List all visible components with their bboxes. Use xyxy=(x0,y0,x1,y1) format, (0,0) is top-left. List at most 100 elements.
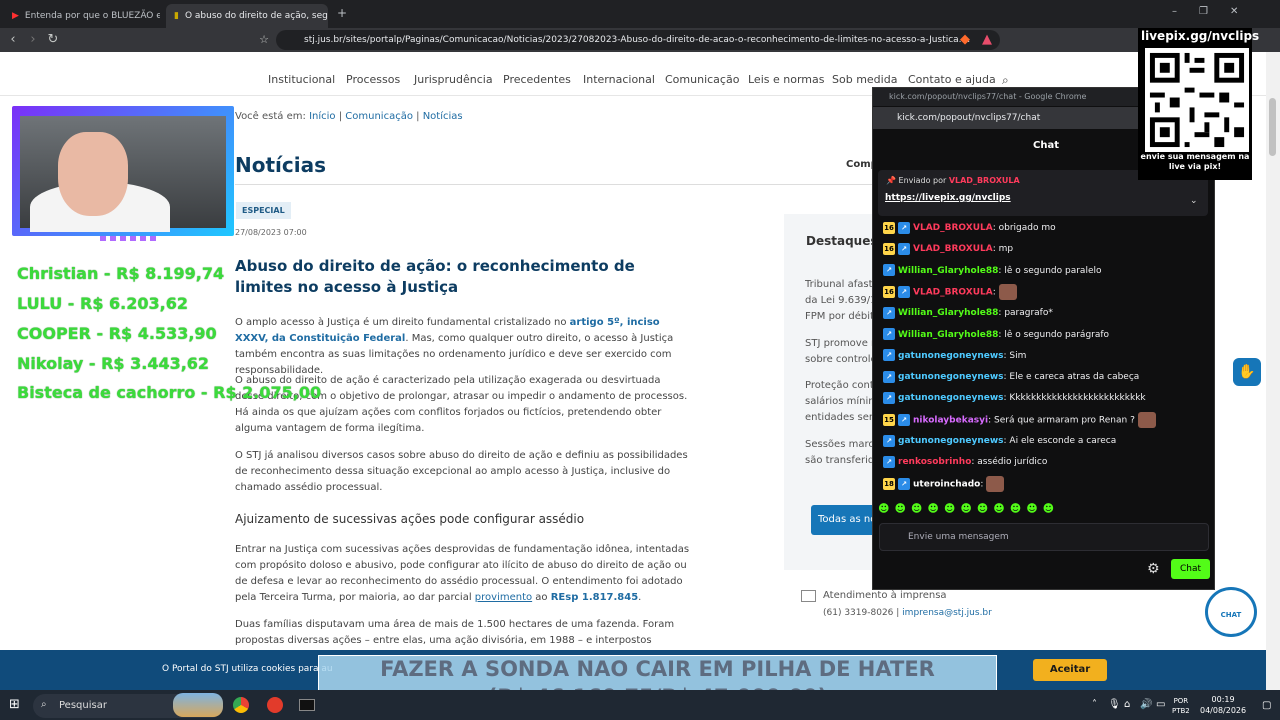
chevron-down-icon[interactable]: ⌄ xyxy=(1190,196,1198,206)
minimize-button[interactable]: – xyxy=(1172,6,1199,17)
highlight-link[interactable]: salários mínim xyxy=(805,394,875,410)
breadcrumb-comunicacao[interactable]: Comunicação xyxy=(345,111,413,122)
chat-username[interactable]: Willian_Glaryhole88 xyxy=(898,308,998,318)
webcam-person-face xyxy=(58,132,128,216)
nav-internacional[interactable]: Internacional xyxy=(583,73,655,86)
press-email-link[interactable]: imprensa@stj.jus.br xyxy=(902,608,992,618)
highlight-link[interactable]: FPM por débit xyxy=(805,309,875,325)
app-icon[interactable] xyxy=(267,697,283,713)
chat-username[interactable]: Willian_Glaryhole88 xyxy=(898,330,998,340)
emote-image xyxy=(998,283,1017,300)
chat-username[interactable]: gatunonegoneynews xyxy=(898,351,1004,361)
highlight-link[interactable]: entidades sem xyxy=(805,410,875,426)
gear-icon[interactable]: ⚙ xyxy=(1147,561,1160,577)
chat-text: lê o segundo parágrafo xyxy=(1004,329,1110,340)
nav-sob-medida[interactable]: Sob medida xyxy=(832,73,897,86)
window-controls[interactable]: –❐✕ xyxy=(1172,6,1260,17)
maximize-button[interactable]: ❐ xyxy=(1199,6,1230,17)
sub-badge-icon: 16 xyxy=(883,242,895,255)
highlight-link[interactable]: sobre controle xyxy=(805,352,875,368)
bookmark-icon[interactable]: ☆ xyxy=(255,31,273,49)
pinned-user[interactable]: VLAD_BROXULA xyxy=(949,176,1020,185)
category-badge: ESPECIAL xyxy=(236,202,291,219)
chat-username[interactable]: VLAD_BROXULA xyxy=(913,287,993,297)
search-icon[interactable]: ⌕ xyxy=(1002,73,1009,88)
chat-username[interactable]: Willian_Glaryhole88 xyxy=(898,266,998,276)
highlight-link[interactable]: Sessões marca xyxy=(805,437,875,453)
tab-bluezao[interactable]: ▶ Entenda por que o BLUEZÃO está pr xyxy=(4,4,160,28)
goal-title: FAZER A SONDA NAO CAIR EM PILHA DE HATER xyxy=(380,657,935,681)
chat-username[interactable]: gatunonegoneynews xyxy=(898,372,1004,382)
chat-text: lê o segundo paralelo xyxy=(1004,265,1102,276)
kick-badge-icon: ↗ xyxy=(898,221,910,234)
chat-username[interactable]: renkosobrinho xyxy=(898,457,971,467)
chat-username[interactable]: nikolaybekasyi xyxy=(913,415,988,425)
nav-precedentes[interactable]: Precedentes xyxy=(503,73,571,86)
title-divider xyxy=(235,184,875,185)
rewards-icon[interactable]: ▲ xyxy=(978,31,996,49)
reload-icon[interactable]: ↻ xyxy=(44,31,62,49)
microphone-icon[interactable]: 🎙 xyxy=(1108,699,1121,710)
chat-message: 16 ↗ VLAD_BROXULA: mp xyxy=(883,241,1013,257)
emote-bar[interactable]: ☻☻☻☻☻☻☻☻☻☻☻ xyxy=(878,502,1059,515)
breadcrumb-separator: | xyxy=(338,111,343,122)
breadcrumb-prefix: Você está em: xyxy=(235,111,306,122)
kick-badge-icon: ↗ xyxy=(883,434,895,447)
highlight-link[interactable]: Tribunal afast xyxy=(805,277,875,293)
language-indicator[interactable]: POR PTB2 xyxy=(1172,696,1190,716)
accessibility-icon[interactable]: ✋ xyxy=(1233,358,1261,386)
chat-bubble-button[interactable]: CHAT xyxy=(1205,587,1257,637)
chat-username[interactable]: gatunonegoneynews xyxy=(898,436,1004,446)
kick-badge-icon: ↗ xyxy=(898,242,910,255)
highlight-link[interactable]: são transferid xyxy=(805,453,875,469)
nav-processos[interactable]: Processos xyxy=(346,73,400,86)
chat-username[interactable]: VLAD_BROXULA xyxy=(913,244,993,254)
text-span: ao xyxy=(532,592,551,603)
highlight-link[interactable]: Proteção cont xyxy=(805,378,875,394)
pin-icon: 📌 xyxy=(886,176,896,185)
address-bar[interactable]: stj.jus.br/sites/portalp/Paginas/Comunic… xyxy=(276,30,1000,50)
network-icon[interactable]: ⌂ xyxy=(1124,699,1130,710)
breadcrumb-noticias[interactable]: Notícias xyxy=(423,111,463,122)
press-contact: (61) 3319-8026 | imprensa@stj.jus.br xyxy=(823,608,992,618)
scrollbar-thumb[interactable] xyxy=(1269,98,1276,156)
all-news-button[interactable]: Todas as no xyxy=(811,505,875,535)
battery-icon[interactable]: ▭ xyxy=(1156,699,1165,710)
chat-message: ↗ gatunonegoneynews: Ai ele esconde a car… xyxy=(883,433,1116,449)
nav-comunicacao[interactable]: Comunicação xyxy=(665,73,739,86)
highlight-link[interactable]: STJ promove r xyxy=(805,336,875,352)
accept-cookies-button[interactable]: Aceitar xyxy=(1033,659,1107,681)
nav-institucional[interactable]: Institucional xyxy=(268,73,335,86)
back-icon[interactable]: ‹ xyxy=(4,31,22,49)
kick-badge-icon: ↗ xyxy=(883,370,895,383)
chat-send-button[interactable]: Chat xyxy=(1171,559,1210,579)
tray-chevron-icon[interactable]: ˄ xyxy=(1092,699,1097,710)
taskbar-clock[interactable]: 00:19 04/08/2026 xyxy=(1200,694,1246,716)
nav-jurisprudencia[interactable]: Jurisprudência xyxy=(414,73,493,86)
tab-stj[interactable]: ▮ O abuso do direito de ação, seg ✕ xyxy=(166,4,328,28)
terminal-icon[interactable] xyxy=(299,699,315,711)
nav-contato[interactable]: Contato e ajuda xyxy=(908,73,996,86)
forward-icon[interactable]: › xyxy=(24,31,42,49)
new-tab-button[interactable]: + xyxy=(337,6,347,20)
clock-time: 00:19 xyxy=(1211,695,1235,704)
resp-link[interactable]: REsp 1.817.845 xyxy=(551,592,638,603)
highlight-link[interactable]: da Lei 9.639/1 xyxy=(805,293,875,309)
close-window-button[interactable]: ✕ xyxy=(1230,6,1260,17)
chrome-icon[interactable] xyxy=(233,697,249,713)
brave-shield-icon[interactable]: ◆ xyxy=(956,31,974,49)
kick-badge-icon: ↗ xyxy=(883,328,895,340)
chat-message: ↗ gatunonegoneynews: Sim xyxy=(883,348,1026,364)
chat-input[interactable]: Envie uma mensagem xyxy=(879,523,1209,551)
provimento-link[interactable]: provimento xyxy=(475,592,532,603)
windows-start-icon[interactable]: ⊞ xyxy=(9,697,20,712)
chat-username[interactable]: uteroinchado xyxy=(913,479,980,489)
volume-icon[interactable]: 🔊 xyxy=(1140,699,1152,710)
chat-username[interactable]: gatunonegoneynews xyxy=(898,393,1004,403)
chat-text: Ele e careca atras da cabeça xyxy=(1009,372,1140,383)
nav-leis-e-normas[interactable]: Leis e normas xyxy=(748,73,824,86)
pinned-link[interactable]: https://livepix.gg/nvclips xyxy=(885,193,1011,203)
chat-username[interactable]: VLAD_BROXULA xyxy=(913,223,993,233)
breadcrumb-inicio[interactable]: Início xyxy=(309,111,335,122)
notification-icon[interactable]: ▢ xyxy=(1262,700,1271,711)
